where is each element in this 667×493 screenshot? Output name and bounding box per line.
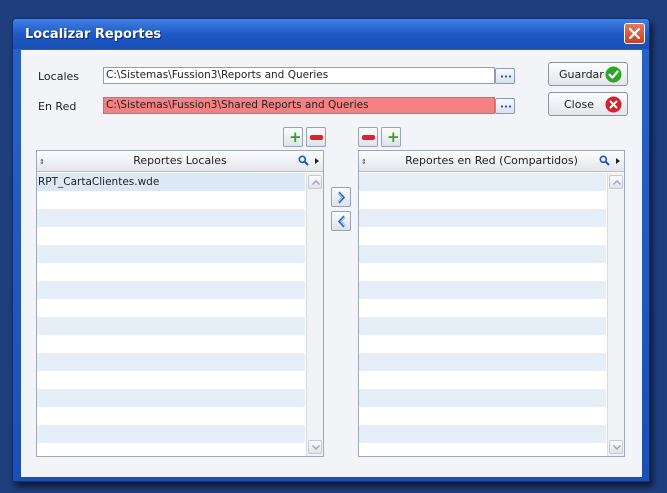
- menu-arrow-icon[interactable]: [616, 158, 620, 164]
- empty-row: [37, 443, 305, 456]
- empty-row: [359, 191, 606, 209]
- scroll-up-button[interactable]: [609, 175, 623, 189]
- empty-row: [359, 281, 606, 299]
- remove-local-button[interactable]: [306, 127, 326, 147]
- empty-row: [37, 371, 305, 389]
- sort-icon: ⇕: [361, 158, 367, 166]
- local-browse-button[interactable]: [495, 68, 515, 84]
- close-icon: [629, 28, 640, 39]
- local-reports-list[interactable]: ⇕ Reportes Locales RPT_CartaClientes.wde: [36, 150, 324, 457]
- empty-row: [359, 443, 606, 456]
- empty-row: [37, 281, 305, 299]
- empty-row: [37, 299, 305, 317]
- scroll-down-button[interactable]: [609, 440, 623, 454]
- title-bar[interactable]: Localizar Reportes: [13, 19, 649, 49]
- menu-arrow-icon[interactable]: [315, 158, 319, 164]
- window-close-button[interactable]: [624, 23, 645, 44]
- empty-row: [359, 245, 606, 263]
- sort-icon: ⇕: [39, 158, 45, 166]
- add-local-button[interactable]: +: [283, 127, 303, 147]
- empty-row: [359, 335, 606, 353]
- plus-icon: +: [289, 128, 302, 146]
- chevron-down-icon: [312, 445, 320, 450]
- dialog-body: Locales C:\Sistemas\Fussion3\Reports and…: [21, 50, 642, 477]
- move-to-local-button[interactable]: [331, 211, 351, 231]
- network-list-header[interactable]: ⇕ Reportes en Red (Compartidos): [359, 151, 624, 172]
- chevron-left-icon: [337, 215, 346, 228]
- empty-row: [359, 353, 606, 371]
- ellipsis-icon: [500, 105, 511, 108]
- network-scrollbar[interactable]: [607, 173, 624, 456]
- chevron-down-icon: [613, 445, 621, 450]
- network-rows: [359, 173, 606, 456]
- empty-row: [359, 263, 606, 281]
- network-reports-list[interactable]: ⇕ Reportes en Red (Compartidos): [358, 150, 625, 457]
- empty-row: [359, 173, 606, 191]
- close-button-label: Close: [564, 98, 594, 111]
- chevron-up-icon: [613, 180, 621, 185]
- dialog-window: Localizar Reportes Locales C:\Sistemas\F…: [12, 18, 650, 482]
- close-button[interactable]: Close: [548, 92, 628, 116]
- empty-row: [37, 353, 305, 371]
- minus-icon: [362, 135, 375, 140]
- empty-row: [37, 227, 305, 245]
- chevron-up-icon: [312, 180, 320, 185]
- empty-row: [37, 209, 305, 227]
- network-path-label: En Red: [38, 100, 77, 113]
- empty-row: [359, 425, 606, 443]
- local-scrollbar[interactable]: [306, 173, 323, 456]
- empty-row: [37, 245, 305, 263]
- empty-row: [359, 227, 606, 245]
- add-network-button[interactable]: +: [381, 127, 401, 147]
- empty-row: [359, 407, 606, 425]
- minus-icon: [310, 135, 323, 140]
- search-icon[interactable]: [599, 155, 610, 166]
- local-list-title: Reportes Locales: [133, 154, 227, 167]
- empty-row: [359, 389, 606, 407]
- empty-row: [359, 371, 606, 389]
- empty-row: [359, 209, 606, 227]
- remove-network-button[interactable]: [358, 127, 378, 147]
- window-title: Localizar Reportes: [25, 27, 162, 42]
- network-list-title: Reportes en Red (Compartidos): [405, 154, 578, 167]
- move-to-network-button[interactable]: [331, 187, 351, 207]
- scroll-down-button[interactable]: [308, 440, 322, 454]
- local-list-header[interactable]: ⇕ Reportes Locales: [37, 151, 323, 172]
- scroll-up-button[interactable]: [308, 175, 322, 189]
- empty-row: [359, 299, 606, 317]
- empty-row: [37, 335, 305, 353]
- local-path-input[interactable]: C:\Sistemas\Fussion3\Reports and Queries: [103, 67, 495, 84]
- network-browse-button[interactable]: [495, 98, 515, 114]
- local-path-label: Locales: [38, 70, 80, 83]
- save-button[interactable]: Guardar: [548, 62, 628, 86]
- empty-row: [37, 389, 305, 407]
- plus-icon: +: [387, 128, 400, 146]
- list-item[interactable]: RPT_CartaClientes.wde: [37, 173, 305, 191]
- empty-row: [37, 191, 305, 209]
- network-path-input[interactable]: C:\Sistemas\Fussion3\Shared Reports and …: [103, 97, 495, 114]
- local-rows: RPT_CartaClientes.wde: [37, 173, 305, 456]
- ellipsis-icon: [500, 75, 511, 78]
- empty-row: [37, 425, 305, 443]
- save-button-label: Guardar: [559, 68, 604, 81]
- empty-row: [37, 317, 305, 335]
- empty-row: [37, 407, 305, 425]
- search-icon[interactable]: [298, 155, 309, 166]
- empty-row: [37, 263, 305, 281]
- x-circle-icon: [605, 96, 622, 113]
- chevron-right-icon: [337, 191, 346, 204]
- check-icon: [605, 66, 622, 83]
- empty-row: [359, 317, 606, 335]
